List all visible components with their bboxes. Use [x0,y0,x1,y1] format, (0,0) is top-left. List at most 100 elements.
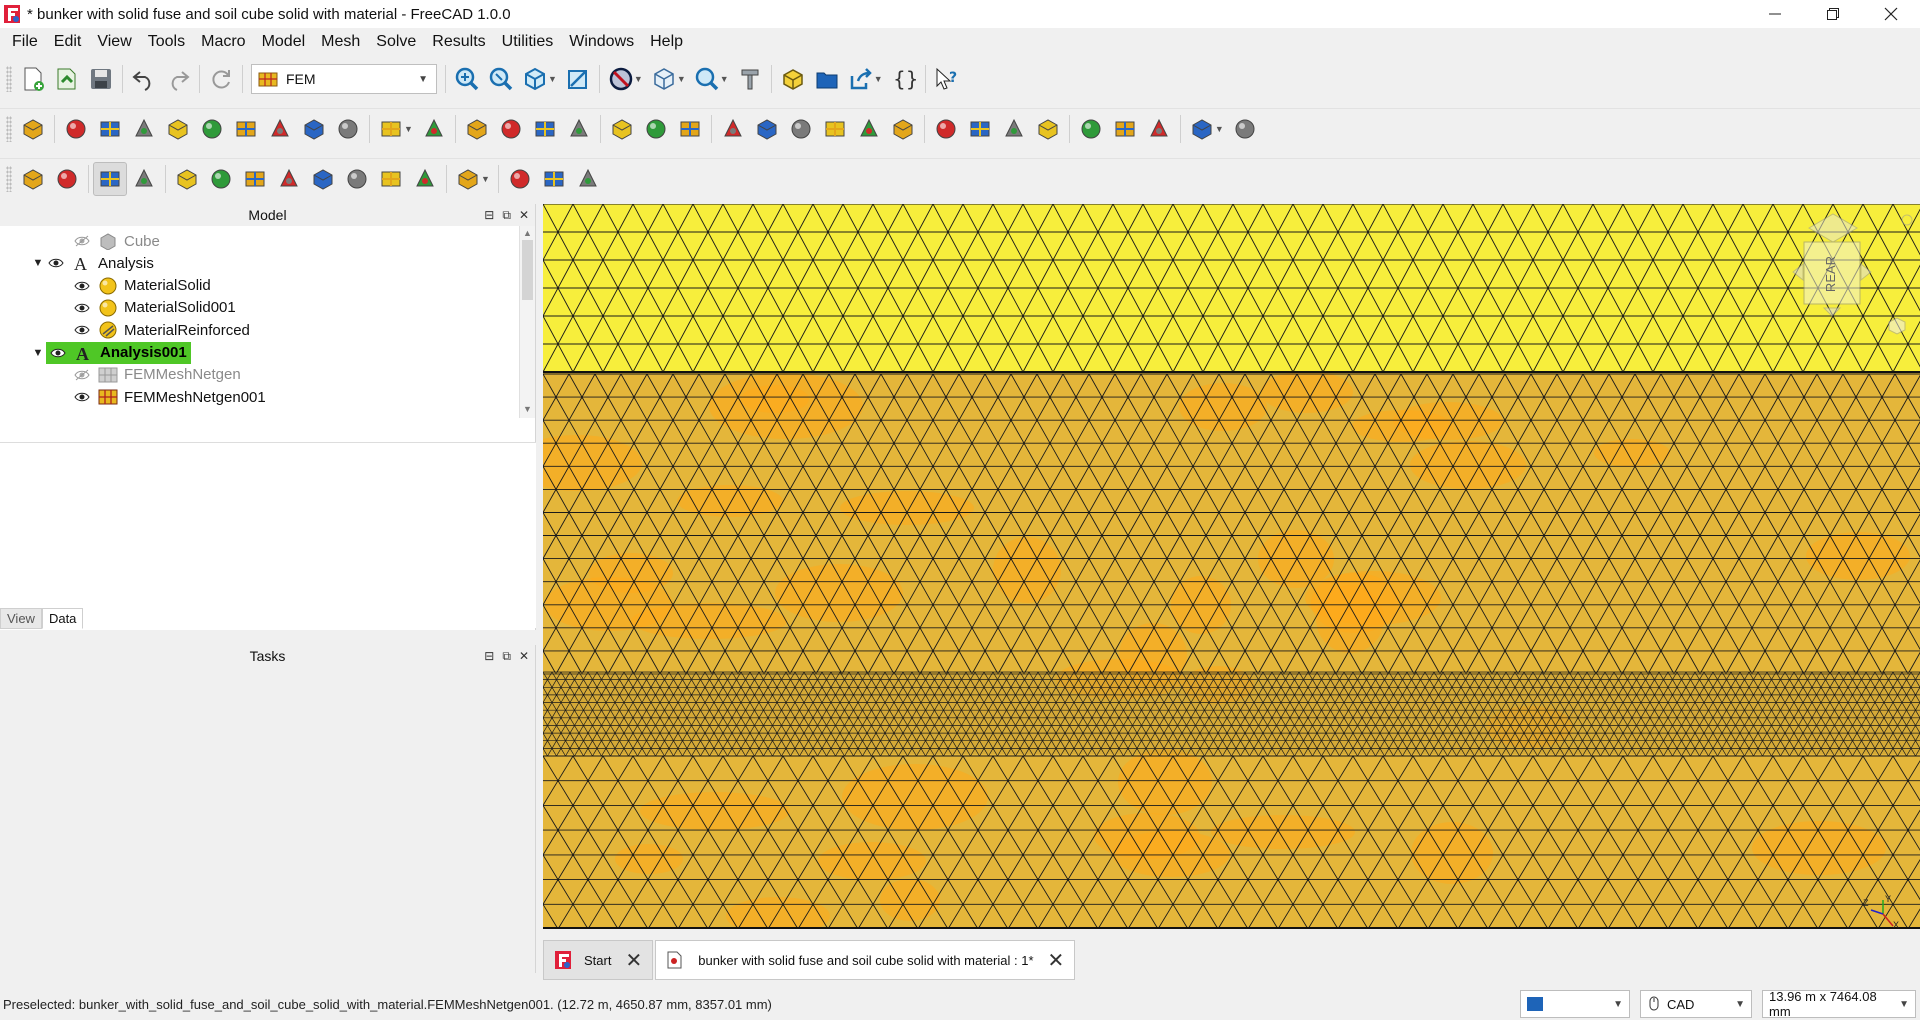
heat-source-button[interactable] [929,112,963,146]
menu-mesh[interactable]: Mesh [313,30,368,54]
tree-item-analysis001[interactable]: ▼ A Analysis001 [0,341,520,364]
tie-button[interactable] [639,112,673,146]
filter-button[interactable] [408,162,442,196]
gmsh-button[interactable] [997,112,1031,146]
mesh-clear-button[interactable] [1142,112,1176,146]
menu-macro[interactable]: Macro [193,30,253,54]
toolbar-grip[interactable] [6,66,12,92]
tab-document[interactable]: bunker with solid fuse and soil cube sol… [655,940,1076,980]
scroll-down-icon[interactable]: ▼ [523,404,532,414]
view-mode-select[interactable]: ▼ [1520,990,1630,1018]
post-scalar-button[interactable] [571,162,605,196]
menu-utilities[interactable]: Utilities [494,30,562,54]
panel-minimize-icon[interactable]: ⊟ [484,645,494,667]
contact-button[interactable] [605,112,639,146]
tree-item-analysis[interactable]: ▼ A Analysis [0,252,520,274]
rotation-button[interactable] [331,112,365,146]
expand-arrow-icon[interactable]: ▼ [30,347,46,359]
expand-arrow-icon[interactable]: ▼ [30,257,46,269]
panel-float-icon[interactable]: ⧉ [502,204,511,226]
menu-tools[interactable]: Tools [140,30,193,54]
menu-windows[interactable]: Windows [561,30,642,54]
undo-button[interactable] [127,62,161,96]
group-button[interactable] [810,62,844,96]
menu-model[interactable]: Model [254,30,314,54]
mesh-boundary-button[interactable] [1031,112,1065,146]
post-pipeline-button[interactable] [503,162,537,196]
dimension-readout[interactable]: 13.96 m x 7464.08 mm ▼ [1762,989,1916,1019]
3d-viewport[interactable]: REAR Z Y X [543,204,1920,929]
mesh-region-button[interactable] [1074,112,1108,146]
sphere-color-button[interactable] [451,162,485,196]
menu-edit[interactable]: Edit [46,30,90,54]
surface-button[interactable] [238,162,272,196]
sketch-button[interactable] [1185,112,1219,146]
post-warp-button[interactable] [537,162,571,196]
tab-view[interactable]: View [0,608,42,629]
visibility-eye-icon[interactable] [72,323,92,337]
visibility-eye-icon[interactable] [46,256,66,270]
isometric-button[interactable] [518,62,552,96]
menu-solve[interactable]: Solve [368,30,424,54]
tree-scrollbar[interactable]: ▲ ▼ [519,226,535,418]
hidden-eye-icon[interactable] [72,368,92,382]
beam-section-button[interactable] [263,112,297,146]
results-button[interactable] [1228,112,1262,146]
workbench-selector[interactable]: FEM ▼ [251,64,437,94]
tree-item-femmeshnetgen001[interactable]: FEMMeshNetgen001 [0,386,520,408]
menu-file[interactable]: File [4,30,46,54]
redo-button[interactable] [161,62,195,96]
mesh-group-button[interactable] [1108,112,1142,146]
constraint-menu-button[interactable] [374,112,408,146]
minimize-button[interactable] [1746,0,1804,28]
grid-button[interactable] [127,162,161,196]
zoom-button[interactable] [690,62,724,96]
restore-button[interactable] [1804,0,1862,28]
tab-start[interactable]: Start ✕ [543,940,654,980]
force-button[interactable] [716,112,750,146]
netgen-button[interactable] [963,112,997,146]
box-button[interactable] [204,162,238,196]
visibility-eye-icon[interactable] [72,390,92,404]
scroll-thumb[interactable] [522,240,533,300]
solver-run-button[interactable] [16,162,50,196]
visibility-eye-icon[interactable] [48,346,68,360]
std-views-button[interactable] [647,62,681,96]
fit-selection-button[interactable] [484,62,518,96]
fit-all-button[interactable] [450,62,484,96]
toolbar-grip[interactable] [6,115,12,142]
navigation-style-select[interactable]: CAD ▼ [1640,990,1752,1018]
fem-mesh-view[interactable]: REAR Z Y X [543,204,1920,929]
material-nonlinear-button[interactable] [127,112,161,146]
refresh-view-button[interactable] [93,161,127,196]
line-button[interactable] [170,162,204,196]
hatch-button[interactable] [340,162,374,196]
link-button[interactable] [844,62,878,96]
shell-button[interactable] [306,162,340,196]
visibility-eye-icon[interactable] [72,279,92,293]
element-geometry-button[interactable] [229,112,263,146]
heatflux-button[interactable] [886,112,920,146]
tab-data[interactable]: Data [41,608,84,629]
cylinder-button[interactable] [272,162,306,196]
body-heat-button[interactable] [460,112,494,146]
menu-help[interactable]: Help [642,30,691,54]
panel-float-icon[interactable]: ⧉ [502,645,511,667]
spring-button[interactable] [673,112,707,146]
menu-results[interactable]: Results [424,30,493,54]
macro-button[interactable]: {} [887,62,921,96]
material-reinforced-button[interactable] [161,112,195,146]
bar-button[interactable] [50,162,84,196]
initial-temperature-button[interactable] [494,112,528,146]
tree-item-materialsolid[interactable]: MaterialSolid [0,275,520,297]
open-button[interactable] [50,62,84,96]
toolbar-grip[interactable] [6,165,12,192]
material-solid-button[interactable] [59,112,93,146]
scroll-up-icon[interactable]: ▲ [523,228,532,238]
centrif-button[interactable] [784,112,818,146]
view-section-button[interactable] [561,62,595,96]
panel-minimize-icon[interactable]: ⊟ [484,204,494,226]
constraint-fixed-button[interactable] [528,112,562,146]
analysis-button[interactable] [16,112,50,146]
hidden-eye-icon[interactable] [72,234,92,248]
